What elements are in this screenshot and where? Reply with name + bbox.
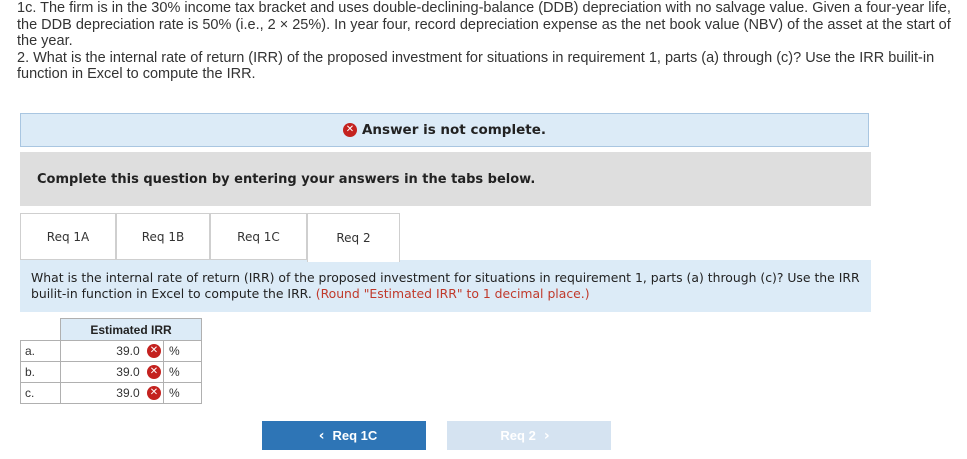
- prev-req-1c-button[interactable]: ‹ Req 1C: [262, 421, 426, 450]
- incorrect-x-icon: ✕: [147, 386, 161, 401]
- tab-req-1c[interactable]: Req 1C: [210, 213, 307, 260]
- percent-unit: %: [163, 340, 202, 362]
- next-req-2-button[interactable]: Req 2 ›: [447, 421, 611, 450]
- tab-req-1b[interactable]: Req 1B: [116, 213, 210, 260]
- table-row: a. 39.0 ✕ %: [20, 340, 202, 362]
- row-label: a.: [20, 340, 61, 362]
- instruction-bar: Complete this question by entering your …: [20, 152, 871, 206]
- column-header-estimated-irr: Estimated IRR: [60, 318, 202, 341]
- incorrect-x-icon: ✕: [147, 344, 161, 359]
- irr-value: 39.0: [116, 385, 140, 400]
- answer-status-text: Answer is not complete.: [361, 122, 546, 138]
- instruction-text: Complete this question by entering your …: [37, 171, 536, 187]
- irr-value: 39.0: [116, 343, 140, 358]
- tab-label: Req 2: [336, 231, 371, 245]
- corner-cell: [21, 319, 61, 341]
- irr-answer-table: Estimated IRR a. 39.0 ✕ % b. 39.0 ✕ % c.…: [20, 318, 202, 404]
- tab-label: Req 1A: [46, 229, 90, 244]
- row-label: c.: [20, 382, 61, 404]
- irr-input-b[interactable]: 39.0 ✕: [60, 361, 164, 383]
- tab-label: Req 1C: [237, 229, 280, 244]
- tab-req-1a[interactable]: Req 1A: [20, 213, 116, 260]
- percent-unit: %: [163, 382, 202, 404]
- percent-unit: %: [163, 361, 202, 383]
- tab-req-2[interactable]: Req 2: [307, 213, 400, 262]
- incorrect-x-icon: ✕: [147, 365, 161, 380]
- intro-part-2: 2. What is the internal rate of return (…: [17, 49, 935, 83]
- intro-part-1c: 1c. The firm is in the 30% income tax br…: [17, 0, 951, 49]
- question-panel: What is the internal rate of return (IRR…: [20, 260, 871, 312]
- tab-label: Req 1B: [141, 229, 185, 244]
- problem-intro: 1c. The firm is in the 30% income tax br…: [17, 0, 957, 83]
- irr-input-c[interactable]: 39.0 ✕: [60, 382, 164, 404]
- x-circle-icon: ✕: [342, 123, 357, 137]
- chevron-right-icon: ›: [543, 427, 550, 444]
- prev-button-label: Req 1C: [332, 428, 378, 443]
- row-label: b.: [20, 361, 61, 383]
- rounding-note: (Round "Estimated IRR" to 1 decimal plac…: [315, 285, 590, 301]
- table-row: b. 39.0 ✕ %: [20, 361, 202, 383]
- irr-input-a[interactable]: 39.0 ✕: [60, 340, 164, 362]
- next-button-label: Req 2: [500, 428, 536, 443]
- answer-status-banner: ✕ Answer is not complete.: [20, 113, 869, 147]
- irr-value: 39.0: [116, 364, 140, 379]
- chevron-left-icon: ‹: [318, 427, 325, 444]
- table-row: c. 39.0 ✕ %: [20, 382, 202, 404]
